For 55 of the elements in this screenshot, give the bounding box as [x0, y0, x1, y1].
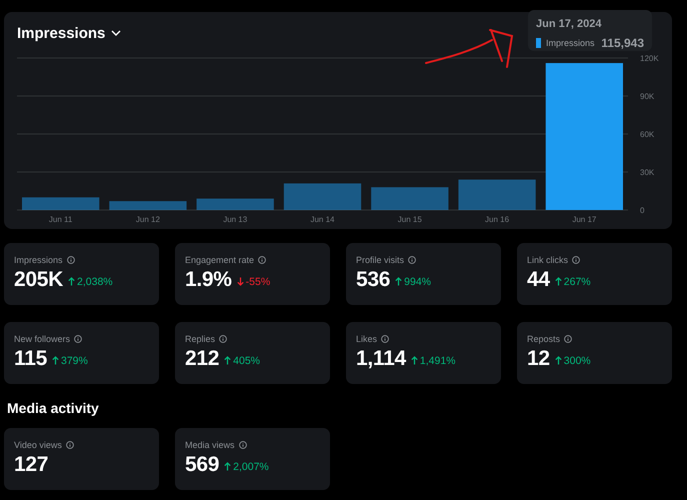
stat-change: 994% — [404, 276, 431, 288]
stat-label: Reposts — [527, 334, 560, 344]
stat-value: 12 — [527, 347, 550, 371]
info-icon[interactable] — [66, 256, 75, 264]
chart-title-dropdown[interactable]: Impressions — [17, 22, 122, 44]
stat-label: Profile visits — [356, 255, 404, 265]
stat-label: Engagement rate — [185, 255, 254, 265]
info-icon[interactable] — [238, 441, 247, 449]
stat-label: New followers — [14, 334, 70, 344]
axis-label: 0 — [640, 206, 644, 215]
axis-label: Jun 16 — [485, 215, 510, 224]
info-icon[interactable] — [258, 256, 266, 264]
stat-label: Impressions — [14, 255, 63, 265]
stat-value: 212 — [185, 347, 220, 371]
stat-change: 2,038% — [77, 276, 113, 288]
axis-label: Jun 17 — [572, 215, 596, 224]
stat-value: 536 — [356, 268, 390, 292]
stat-value: 115 — [14, 347, 47, 371]
stat-change: 379% — [60, 354, 88, 366]
stat-change: 267% — [564, 276, 591, 288]
stat-value: 127 — [14, 453, 48, 477]
stat-value: 569 — [185, 453, 220, 477]
info-icon[interactable] — [572, 256, 580, 264]
stat-change: -55% — [246, 276, 270, 288]
info-icon[interactable] — [408, 256, 416, 264]
axis-label: Jun 12 — [136, 215, 160, 224]
info-icon[interactable] — [74, 335, 82, 343]
tooltip: Jun 17, 2024 Impressions 115,943 — [528, 10, 652, 51]
stat-label: Replies — [185, 334, 216, 344]
info-icon[interactable] — [381, 335, 390, 343]
chevron-down-icon — [111, 30, 122, 36]
axis-label: Jun 11 — [48, 215, 72, 224]
stat-value: 44 — [527, 268, 550, 292]
info-icon[interactable] — [564, 335, 572, 343]
axis-label: 30K — [640, 168, 654, 177]
stat-change: 300% — [564, 354, 591, 366]
axis-label: Jun 15 — [398, 215, 422, 224]
stat-value: 205K — [14, 268, 64, 292]
stat-change: 1,491% — [420, 354, 456, 366]
info-icon[interactable] — [66, 441, 74, 449]
stat-label: Likes — [356, 334, 378, 344]
stat-change: 405% — [233, 354, 260, 366]
axis-label: 90K — [640, 92, 654, 101]
section-heading: Media activity — [7, 400, 99, 416]
stat-label: Link clicks — [527, 255, 568, 265]
axis-label: 60K — [640, 130, 654, 139]
axis-label: Jun 13 — [223, 215, 248, 224]
axis-label: 120K — [640, 54, 659, 63]
stat-value: 1.9% — [185, 268, 232, 292]
info-icon[interactable] — [219, 335, 228, 343]
stat-change: 2,007% — [233, 460, 269, 472]
stat-label: Video views — [14, 440, 62, 450]
axis-label: Jun 14 — [310, 215, 335, 224]
stat-value: 1,114 — [356, 347, 406, 371]
stat-label: Media views — [185, 440, 235, 450]
